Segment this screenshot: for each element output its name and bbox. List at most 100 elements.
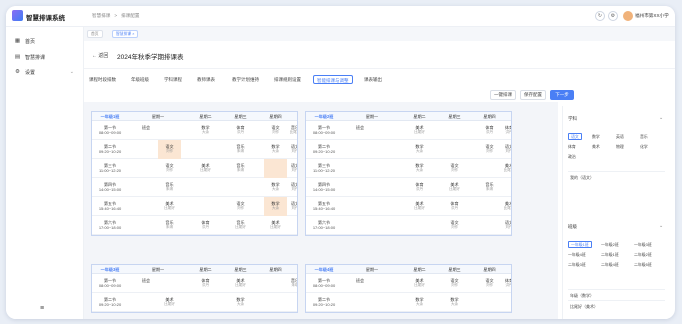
schedule-cell[interactable]: 班会	[134, 121, 158, 140]
schedule-cell[interactable]: 美术比尾好	[264, 216, 287, 235]
filter-chip[interactable]: 一年级1班	[568, 241, 592, 248]
schedule-cell[interactable]: 美术比尾好	[408, 197, 431, 216]
schedule-cell[interactable]: 语文刘作	[285, 140, 297, 159]
schedule-cell[interactable]: 美术比尾好	[499, 197, 511, 216]
filter-chip[interactable]: 一年级4班	[568, 251, 586, 258]
schedule-cell[interactable]: 数学 大余	[264, 197, 287, 216]
filter-chip[interactable]: 二年级4班	[601, 261, 619, 268]
schedule-cell[interactable]	[264, 293, 287, 312]
schedule-cell[interactable]: 体育洪丹	[408, 178, 431, 197]
schedule-cell[interactable]	[478, 293, 501, 312]
schedule-cell[interactable]	[285, 216, 297, 235]
schedule-cell[interactable]: 体育洪丹	[194, 274, 217, 293]
schedule-cell[interactable]	[348, 159, 372, 178]
schedule-cell[interactable]: 美术比尾好	[408, 121, 431, 140]
chevron-down-icon[interactable]: ⌄	[659, 223, 663, 229]
schedule-cell[interactable]	[372, 140, 395, 159]
sidebar-item-home[interactable]: ▦ 首页	[14, 36, 78, 46]
schedule-cell[interactable]: 语文刘作	[285, 159, 297, 178]
chevron-down-icon[interactable]: ⌄	[659, 115, 663, 121]
schedule-cell[interactable]: 音乐朱琪	[158, 216, 181, 235]
schedule-cell[interactable]: 数学 大余	[408, 140, 431, 159]
schedule-cell[interactable]: 美术比尾好	[194, 159, 217, 178]
schedule-cell[interactable]: 美术比尾好	[499, 159, 511, 178]
filter-chip[interactable]: 二年级1班	[601, 251, 619, 258]
schedule-cell[interactable]	[348, 197, 372, 216]
filter-chip[interactable]: 政治	[568, 153, 576, 160]
schedule-cell[interactable]: 体育洪丹	[499, 121, 511, 140]
schedule-cell[interactable]: 语文刘作	[264, 121, 287, 140]
back-button[interactable]: ← 返回	[92, 52, 108, 59]
schedule-cell[interactable]: 音乐比尾好	[229, 216, 252, 235]
schedule-cell[interactable]: 美术比尾好	[408, 274, 431, 293]
schedule-cell[interactable]: 数学 大余	[229, 293, 252, 312]
tab-item[interactable]: 教师课表	[197, 75, 215, 84]
schedule-cell[interactable]: 体育洪丹	[443, 197, 466, 216]
schedule-cell[interactable]: 语文刘作	[478, 274, 501, 293]
schedule-cell[interactable]	[443, 140, 466, 159]
schedule-cell[interactable]	[134, 293, 158, 312]
refresh-icon[interactable]: ↻	[595, 11, 605, 21]
schedule-cell[interactable]: 数学 大余	[443, 293, 466, 312]
schedule-cell[interactable]: 语文刘作	[499, 140, 511, 159]
schedule-cell[interactable]: 语文刘作	[285, 197, 297, 216]
schedule-cell[interactable]: 语文刘作	[443, 159, 466, 178]
schedule-cell[interactable]	[134, 197, 158, 216]
schedule-cell[interactable]: 语文刘作	[158, 140, 181, 159]
schedule-cell[interactable]: 音乐朱琪	[478, 178, 501, 197]
tab-item[interactable]: 课表输出	[364, 75, 382, 84]
filter-chip[interactable]: 二年级5班	[634, 261, 652, 268]
filter-chip[interactable]: 化学	[640, 143, 648, 150]
filter-chip[interactable]: 体育	[568, 143, 576, 150]
user-name[interactable]: 福州市第XX小学	[635, 13, 669, 19]
schedule-cell[interactable]	[348, 216, 372, 235]
schedule-cell[interactable]	[499, 293, 511, 312]
filter-chip[interactable]: 二年级2班	[634, 251, 652, 258]
save-config-button[interactable]: 保存配置	[520, 90, 546, 100]
sidebar-item-settings[interactable]: ⚙ 设置 ⌄	[14, 67, 78, 77]
schedule-cell[interactable]: 班会	[348, 121, 372, 140]
schedule-cell[interactable]	[348, 140, 372, 159]
schedule-cell[interactable]	[372, 293, 395, 312]
filter-chip[interactable]: 语文	[568, 133, 582, 140]
schedule-cell[interactable]	[158, 121, 181, 140]
schedule-cell[interactable]	[194, 197, 217, 216]
schedule-cell[interactable]	[348, 178, 372, 197]
schedule-cell[interactable]	[372, 274, 395, 293]
tab-item[interactable]: 年级班级	[131, 75, 149, 84]
sidebar-item-scheduling[interactable]: ▤ 智慧排课	[14, 52, 78, 62]
schedule-cell[interactable]	[134, 159, 158, 178]
schedule-cell[interactable]: 语文刘作	[443, 274, 466, 293]
schedule-cell[interactable]: 语文刘作	[158, 159, 181, 178]
schedule-cell[interactable]	[372, 159, 395, 178]
tab-item[interactable]: 智能排课与调整	[313, 75, 353, 84]
schedule-cell[interactable]: 音乐朱琪	[229, 159, 252, 178]
schedule-cell[interactable]: 数学 大余	[194, 121, 217, 140]
filter-chip[interactable]: 一年级3班	[634, 241, 652, 248]
schedule-cell[interactable]: 美术比尾好	[443, 178, 466, 197]
filter-chip[interactable]: 英语	[616, 133, 624, 140]
filter-chip[interactable]: 数学	[592, 133, 600, 140]
avatar[interactable]	[623, 11, 633, 21]
schedule-cell[interactable]: 美术比尾好	[158, 293, 181, 312]
one-click-schedule-button[interactable]: 一键排课	[490, 90, 516, 100]
filter-chip[interactable]: 一年级2班	[601, 241, 619, 248]
schedule-cell[interactable]: 体育洪丹	[499, 274, 511, 293]
filter-chip[interactable]: 音乐	[640, 133, 648, 140]
schedule-cell[interactable]: 数学 大余	[264, 140, 287, 159]
tab-item[interactable]: 排课规则设置	[274, 75, 301, 84]
collapse-menu-icon[interactable]: ≡	[40, 305, 44, 312]
schedule-cell[interactable]	[372, 197, 395, 216]
schedule-cell[interactable]	[499, 178, 511, 197]
tab-item[interactable]: 学科课程	[164, 75, 182, 84]
next-step-button[interactable]: 下一步	[550, 90, 574, 100]
schedule-cell[interactable]	[285, 293, 297, 312]
schedule-cell[interactable]	[264, 274, 287, 293]
schedule-cell[interactable]: 体育洪丹	[194, 216, 217, 235]
schedule-cell[interactable]	[194, 293, 217, 312]
schedule-cell[interactable]	[194, 140, 217, 159]
schedule-cell[interactable]: 音乐朱琪	[158, 178, 181, 197]
schedule-cell[interactable]: 美术比尾好	[158, 197, 181, 216]
schedule-cell[interactable]: 语文刘作	[285, 178, 297, 197]
schedule-cell[interactable]	[478, 216, 501, 235]
